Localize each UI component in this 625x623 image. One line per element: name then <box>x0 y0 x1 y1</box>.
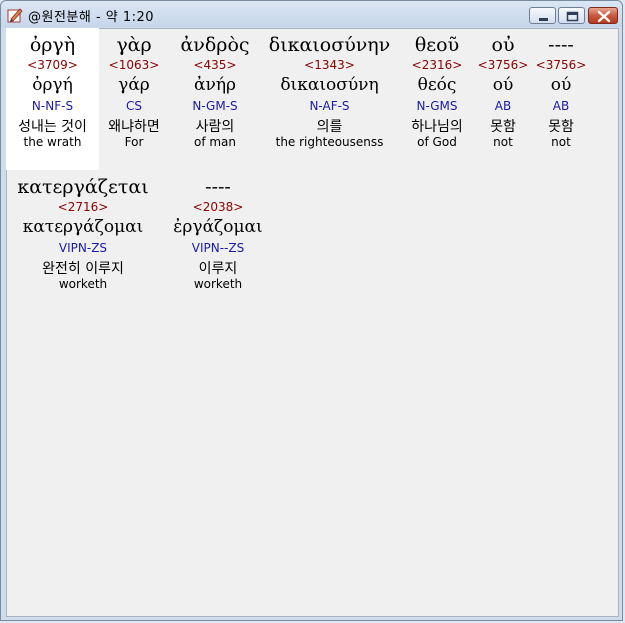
greek-word: οὐ <box>491 34 515 56</box>
morphology-code[interactable]: CS <box>99 99 169 113</box>
korean-gloss: 하나님의 <box>411 119 463 135</box>
greek-word: δικαιοσύνην <box>268 34 391 56</box>
korean-gloss: 의를 <box>316 119 343 135</box>
lemma: ἀνήρ <box>194 75 236 95</box>
morphology-code[interactable]: VIPN-ZS <box>6 241 160 255</box>
greek-word: γὰρ <box>116 34 152 56</box>
korean-gloss: 못함 <box>490 119 516 135</box>
lemma: ού <box>492 75 514 95</box>
strong-number[interactable]: <1343> <box>261 58 398 72</box>
word-column[interactable]: δικαιοσύνην <1343> δικαιοσύνη N-AF-S 의를 … <box>261 34 398 152</box>
maximize-icon <box>566 11 579 22</box>
strong-number[interactable]: <3756> <box>476 58 530 72</box>
word-column[interactable]: ὀργὴ <3709> ὀργή N-NF-S 성내는 것이 the wrath <box>6 34 99 152</box>
maximize-button[interactable] <box>558 7 585 24</box>
english-gloss: worketh <box>193 277 243 291</box>
morphology-code[interactable]: N-GM-S <box>169 99 261 113</box>
lemma: θεός <box>417 75 457 95</box>
greek-word: ἀνδρὸς <box>180 34 250 56</box>
word-column[interactable]: οὐ <3756> ού AB 못함 not <box>476 34 530 152</box>
strong-number[interactable]: <3709> <box>6 58 99 72</box>
morphology-code[interactable]: N-NF-S <box>6 99 99 113</box>
window-title: @원전분해 - 약 1:20 <box>28 10 155 25</box>
greek-word: θεοῦ <box>414 34 460 56</box>
word-column[interactable]: κατεργάζεται <2716> κατεργάζομαι VIPN-ZS… <box>6 176 160 294</box>
strong-number[interactable]: <2316> <box>402 58 472 72</box>
lemma: ἐργάζομαι <box>173 217 263 237</box>
english-gloss: the wrath <box>23 135 82 149</box>
strong-number[interactable]: <2038> <box>160 200 276 214</box>
lemma: γάρ <box>118 75 150 95</box>
korean-gloss: 성내는 것이 <box>18 119 87 135</box>
greek-word: ---- <box>548 34 574 56</box>
lemma: ού <box>550 75 572 95</box>
morphology-code[interactable]: N-GMS <box>402 99 472 113</box>
morphology-code[interactable]: VIPN--ZS <box>160 241 276 255</box>
korean-gloss: 이루지 <box>198 261 238 277</box>
minimize-button[interactable] <box>529 7 556 24</box>
english-gloss: of God <box>417 135 457 149</box>
word-column[interactable]: ---- <3756> ού AB 못함 not <box>534 34 588 152</box>
korean-gloss: 왜냐하면 <box>108 119 160 135</box>
pen-icon[interactable] <box>7 7 23 23</box>
title-bar[interactable]: @원전분해 - 약 1:20 <box>1 1 622 28</box>
english-gloss: not <box>493 135 513 149</box>
minimize-icon <box>539 18 548 21</box>
strong-number[interactable]: <1063> <box>99 58 169 72</box>
korean-gloss: 못함 <box>548 119 574 135</box>
lemma: ὀργή <box>32 75 73 95</box>
greek-word: ---- <box>205 176 231 198</box>
close-icon <box>597 10 611 23</box>
strong-number[interactable]: <3756> <box>534 58 588 72</box>
word-column[interactable]: γὰρ <1063> γάρ CS 왜냐하면 For <box>99 34 169 152</box>
word-column[interactable]: ---- <2038> ἐργάζομαι VIPN--ZS 이루지 worke… <box>160 176 276 294</box>
greek-word: κατεργάζεται <box>17 176 149 198</box>
english-gloss: worketh <box>58 277 108 291</box>
morphology-code[interactable]: AB <box>476 99 530 113</box>
close-button[interactable] <box>588 7 618 24</box>
word-column[interactable]: ἀνδρὸς <435> ἀνήρ N-GM-S 사람의 of man <box>169 34 261 152</box>
english-gloss: not <box>551 135 571 149</box>
english-gloss: For <box>124 135 144 149</box>
english-gloss: of man <box>193 135 237 149</box>
korean-gloss: 완전히 이루지 <box>42 261 124 277</box>
korean-gloss: 사람의 <box>195 119 235 135</box>
english-gloss: the righteousenss <box>275 135 384 149</box>
morphology-code[interactable]: N-AF-S <box>261 99 398 113</box>
greek-word: ὀργὴ <box>29 34 76 56</box>
word-column[interactable]: θεοῦ <2316> θεός N-GMS 하나님의 of God <box>402 34 472 152</box>
morphology-code[interactable]: AB <box>534 99 588 113</box>
strong-number[interactable]: <2716> <box>6 200 160 214</box>
lemma: δικαιοσύνη <box>280 75 379 95</box>
strong-number[interactable]: <435> <box>169 58 261 72</box>
lemma: κατεργάζομαι <box>22 217 144 237</box>
